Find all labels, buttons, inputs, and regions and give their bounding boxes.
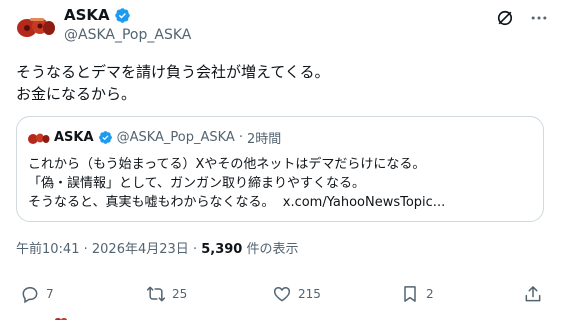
more-icon[interactable] bbox=[529, 8, 549, 28]
meta-separator: · bbox=[83, 242, 88, 257]
author-avatar[interactable] bbox=[16, 6, 56, 46]
bookmark-count: 2 bbox=[426, 287, 434, 301]
quote-body: これから（もう始まってる）Xやその他ネットはデマだらけになる。 「偽・誤情報」と… bbox=[28, 155, 445, 212]
author-name[interactable]: ASKA bbox=[64, 6, 110, 24]
bookmark-button[interactable]: 2 bbox=[400, 284, 434, 304]
quote-link[interactable]: x.com/YahooNewsTopic... bbox=[283, 195, 445, 210]
tweet-text: そうなるとデマを請け負う会社が増えてくる。 お金になるから。 bbox=[16, 61, 546, 105]
author-handle[interactable]: @ASKA_Pop_ASKA bbox=[64, 27, 191, 43]
quote-line: これから（もう始まってる）Xやその他ネットはデマだらけになる。 bbox=[28, 157, 426, 172]
quote-line: そうなると、真実も嘘もわからなくなる。 bbox=[28, 195, 275, 210]
quote-avatar bbox=[28, 133, 50, 144]
tweet-top-actions bbox=[495, 8, 549, 28]
share-button[interactable] bbox=[523, 284, 543, 304]
verified-icon bbox=[98, 131, 112, 144]
tweet-time[interactable]: 午前10:41 bbox=[16, 242, 79, 257]
quote-separator: · bbox=[238, 130, 243, 145]
like-icon bbox=[273, 287, 291, 302]
views-label: 件の表示 bbox=[246, 242, 299, 257]
tweet-line: そうなるとデマを請け負う会社が増えてくる。 bbox=[16, 63, 330, 81]
tweet-meta: 午前10:41 · 2026年4月23日 · 5,390 件の表示 bbox=[16, 238, 299, 257]
quote-line: 「偽・誤情報」として、ガンガン取り締まりやすくなる。 bbox=[28, 176, 365, 191]
quote-author-handle: @ASKA_Pop_ASKA bbox=[116, 130, 235, 145]
tweet-line: お金になるから。 bbox=[16, 85, 137, 103]
like-count: 215 bbox=[298, 287, 321, 301]
views-count: 5,390 bbox=[201, 242, 243, 257]
reply-button[interactable]: 7 bbox=[20, 284, 54, 304]
author-name-row: ASKA bbox=[64, 6, 131, 24]
quote-author-name: ASKA bbox=[54, 130, 94, 145]
quote-line-with-link: そうなると、真実も嘘もわからなくなる。 x.com/YahooNewsTopic… bbox=[28, 193, 445, 212]
action-bar: 7 25 215 2 bbox=[16, 284, 546, 308]
repost-count: 25 bbox=[172, 287, 188, 301]
reply-count: 7 bbox=[46, 287, 54, 301]
repost-icon bbox=[146, 286, 166, 302]
quoted-tweet[interactable]: ASKA @ASKA_Pop_ASKA · 2時間 これから（もう始まってる）X… bbox=[16, 116, 544, 222]
grok-icon[interactable] bbox=[495, 8, 515, 28]
repost-button[interactable]: 25 bbox=[146, 284, 187, 304]
verified-icon bbox=[114, 7, 130, 23]
reply-icon bbox=[22, 287, 38, 304]
like-button[interactable]: 215 bbox=[272, 284, 321, 304]
quote-header: ASKA @ASKA_Pop_ASKA · 2時間 bbox=[28, 128, 281, 147]
quote-timestamp: 2時間 bbox=[246, 132, 282, 147]
bookmark-icon bbox=[404, 286, 416, 302]
tweet-date[interactable]: 2026年4月23日 bbox=[92, 242, 189, 257]
meta-separator: · bbox=[192, 242, 198, 257]
share-icon bbox=[525, 286, 541, 302]
